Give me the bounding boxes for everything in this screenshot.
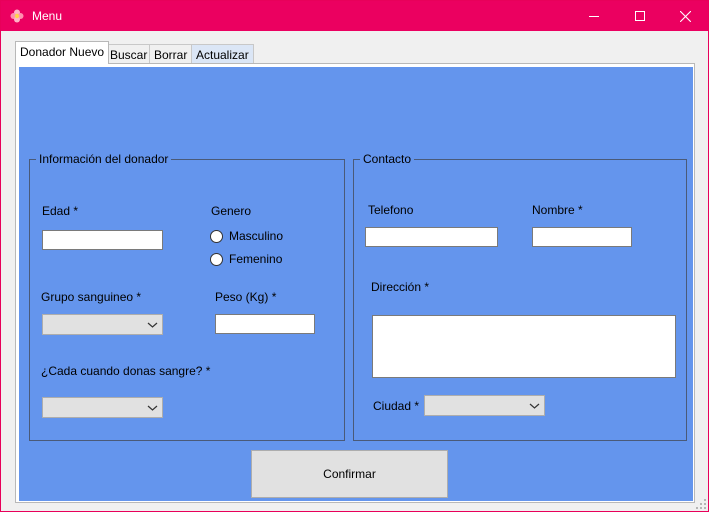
chevron-down-icon (147, 322, 158, 328)
nombre-label: Nombre * (532, 203, 583, 217)
genero-label: Genero (211, 204, 252, 218)
title-bar[interactable]: Menu (1, 1, 708, 31)
grupo-sanguineo-label: Grupo sanguineo * (41, 290, 142, 304)
peso-label: Peso (Kg) * (215, 290, 277, 304)
edad-label: Edad * (42, 204, 79, 218)
telefono-label: Telefono (368, 203, 414, 217)
flower-icon (9, 8, 25, 24)
form-panel: Información del donador Edad * Genero Ma… (19, 67, 693, 501)
direccion-label: Dirección * (371, 280, 430, 294)
tab-actualizar[interactable]: Actualizar (191, 44, 254, 64)
contacto-group: Contacto Telefono Nombre * Dirección * C… (353, 152, 687, 441)
donor-info-title: Información del donador (36, 152, 172, 166)
ciudad-label: Ciudad * (373, 399, 420, 413)
minimize-icon (588, 16, 599, 17)
client-area: Donador Nuevo Buscar Borrar Actualizar I… (1, 31, 708, 511)
maximize-button[interactable] (617, 1, 662, 31)
radio-femenino[interactable]: Femenino (210, 252, 282, 266)
close-button[interactable] (663, 1, 708, 31)
radio-masculino-label: Masculino (229, 229, 284, 243)
tab-borrar[interactable]: Borrar (149, 44, 193, 64)
edad-input[interactable] (42, 230, 163, 250)
ciudad-combo[interactable] (424, 395, 545, 416)
direccion-textarea[interactable] (372, 315, 676, 378)
main-window: Menu Donador Nuevo Buscar Borrar Actuali… (0, 0, 709, 512)
close-icon (680, 10, 691, 22)
telefono-input[interactable] (365, 227, 498, 247)
minimize-button[interactable] (571, 1, 616, 31)
tab-donador-nuevo[interactable]: Donador Nuevo (15, 41, 110, 64)
frecuencia-label: ¿Cada cuando donas sangre? * (41, 364, 211, 378)
radio-femenino-label: Femenino (229, 252, 283, 266)
maximize-icon (634, 11, 645, 21)
radio-masculino[interactable]: Masculino (210, 229, 283, 243)
tab-page-donador-nuevo: Información del donador Edad * Genero Ma… (15, 63, 695, 503)
confirmar-button[interactable]: Confirmar (251, 450, 448, 498)
tab-buscar[interactable]: Buscar (105, 44, 153, 64)
resize-grip-icon[interactable] (696, 499, 706, 509)
grupo-sanguineo-combo[interactable] (42, 314, 163, 335)
contacto-title: Contacto (360, 152, 415, 166)
chevron-down-icon (529, 403, 540, 409)
radio-circle[interactable] (210, 229, 223, 243)
donor-info-group: Información del donador Edad * Genero Ma… (29, 152, 345, 441)
peso-input[interactable] (215, 314, 315, 334)
nombre-input[interactable] (532, 227, 632, 247)
window-title: Menu (32, 9, 63, 23)
frecuencia-combo[interactable] (42, 397, 163, 418)
radio-circle[interactable] (210, 252, 223, 266)
chevron-down-icon (147, 405, 158, 411)
